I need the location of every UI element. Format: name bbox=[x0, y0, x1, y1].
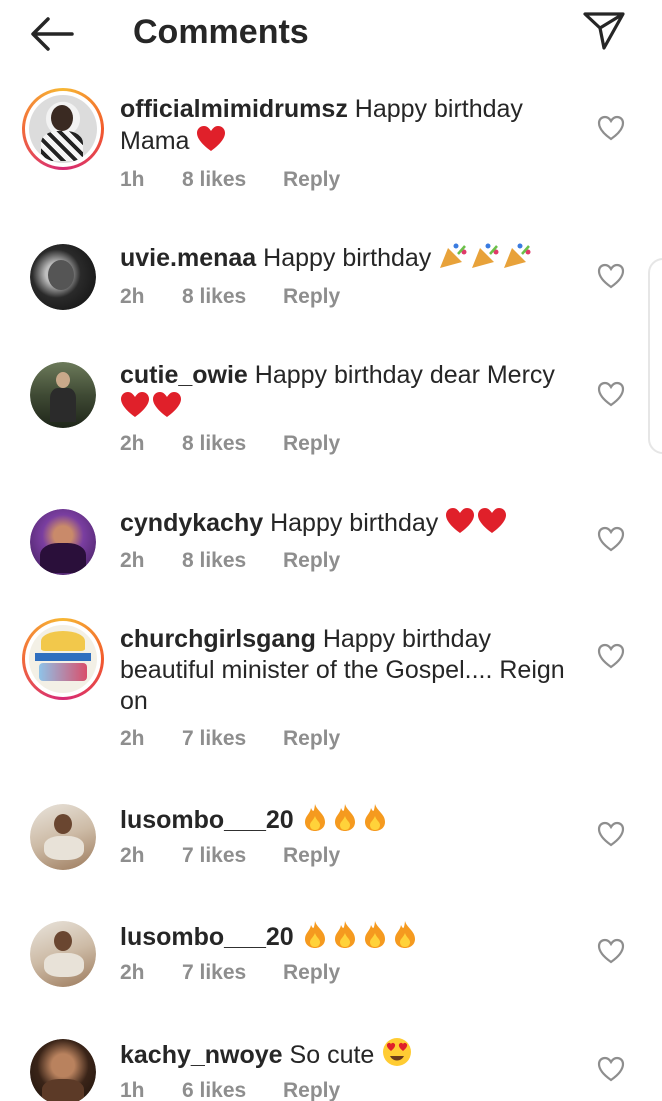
like-heart-icon[interactable] bbox=[596, 1055, 626, 1083]
heart-emoji-icon bbox=[120, 391, 150, 427]
avatar[interactable] bbox=[22, 1031, 104, 1101]
avatar[interactable] bbox=[22, 501, 104, 583]
fire-emoji-icon bbox=[331, 919, 359, 957]
comment-likes[interactable]: 8 likes bbox=[182, 430, 283, 458]
fire-emoji-icon bbox=[331, 802, 359, 840]
comment-username[interactable]: cutie_owie bbox=[120, 361, 248, 389]
comment-likes[interactable]: 8 likes bbox=[182, 547, 283, 575]
reply-button[interactable]: Reply bbox=[283, 959, 340, 987]
like-heart-icon[interactable] bbox=[596, 114, 626, 142]
heart-emoji-icon bbox=[152, 391, 182, 427]
heart-emoji-icon bbox=[477, 507, 507, 543]
like-heart-icon[interactable] bbox=[596, 525, 626, 553]
comment-time: 2h bbox=[120, 285, 145, 308]
comment-text: Happy birthday bbox=[263, 244, 432, 272]
comment-time: 2h bbox=[120, 844, 145, 867]
send-icon bbox=[583, 12, 625, 50]
reply-button[interactable]: Reply bbox=[283, 166, 340, 194]
reply-button[interactable]: Reply bbox=[283, 547, 340, 575]
reply-button[interactable]: Reply bbox=[283, 283, 340, 311]
fire-emoji-icon bbox=[391, 919, 419, 957]
comment-time: 1h bbox=[120, 168, 145, 191]
like-heart-icon[interactable] bbox=[596, 820, 626, 848]
scroll-handle[interactable] bbox=[648, 258, 662, 454]
reply-button[interactable]: Reply bbox=[283, 430, 340, 458]
avatar[interactable] bbox=[22, 796, 104, 878]
avatar[interactable] bbox=[22, 913, 104, 995]
fire-emoji-icon bbox=[361, 919, 389, 957]
heart-eyes-emoji-icon bbox=[381, 1037, 413, 1075]
comment-likes[interactable]: 7 likes bbox=[182, 959, 283, 987]
like-heart-icon[interactable] bbox=[596, 380, 626, 408]
comment-text: Happy birthday bbox=[270, 509, 439, 537]
like-heart-icon[interactable] bbox=[596, 262, 626, 290]
comment-time: 2h bbox=[120, 432, 145, 455]
comment-likes[interactable]: 6 likes bbox=[182, 1077, 283, 1101]
comment-time: 2h bbox=[120, 549, 145, 572]
comment-likes[interactable]: 7 likes bbox=[182, 725, 283, 753]
party-popper-icon bbox=[438, 242, 468, 278]
page-title: Comments bbox=[133, 13, 309, 51]
party-popper-icon bbox=[502, 242, 532, 278]
comment-username[interactable]: lusombo___20 bbox=[120, 806, 294, 834]
avatar[interactable] bbox=[22, 236, 104, 318]
avatar[interactable] bbox=[22, 354, 104, 436]
reply-button[interactable]: Reply bbox=[283, 1077, 340, 1101]
comment-text: Happy birthday dear Mercy bbox=[254, 361, 555, 389]
back-arrow-icon bbox=[31, 17, 74, 51]
comment-username[interactable]: lusombo___20 bbox=[120, 923, 294, 951]
comment-username[interactable]: uvie.menaa bbox=[120, 244, 256, 272]
comment-likes[interactable]: 8 likes bbox=[182, 283, 283, 311]
share-button[interactable] bbox=[580, 8, 628, 52]
heart-emoji-icon bbox=[196, 125, 226, 161]
heart-emoji-icon bbox=[445, 507, 475, 543]
comment-time: 2h bbox=[120, 961, 145, 984]
fire-emoji-icon bbox=[361, 802, 389, 840]
comment-username[interactable]: officialmimidrumsz bbox=[120, 95, 348, 123]
comment-time: 1h bbox=[120, 1079, 145, 1101]
comment-time: 2h bbox=[120, 727, 145, 750]
reply-button[interactable]: Reply bbox=[283, 842, 340, 870]
header-bar: Comments bbox=[0, 0, 662, 66]
avatar[interactable] bbox=[22, 618, 104, 700]
like-heart-icon[interactable] bbox=[596, 642, 626, 670]
fire-emoji-icon bbox=[301, 802, 329, 840]
comment-text: So cute bbox=[289, 1041, 375, 1069]
reply-button[interactable]: Reply bbox=[283, 725, 340, 753]
avatar[interactable] bbox=[22, 88, 104, 170]
back-button[interactable] bbox=[28, 14, 76, 54]
party-popper-icon bbox=[470, 242, 500, 278]
comment-username[interactable]: kachy_nwoye bbox=[120, 1041, 283, 1069]
comment-username[interactable]: cyndykachy bbox=[120, 509, 263, 537]
comment-likes[interactable]: 7 likes bbox=[182, 842, 283, 870]
comment-username[interactable]: churchgirlsgang bbox=[120, 625, 316, 653]
like-heart-icon[interactable] bbox=[596, 937, 626, 965]
fire-emoji-icon bbox=[301, 919, 329, 957]
comment-likes[interactable]: 8 likes bbox=[182, 166, 283, 194]
